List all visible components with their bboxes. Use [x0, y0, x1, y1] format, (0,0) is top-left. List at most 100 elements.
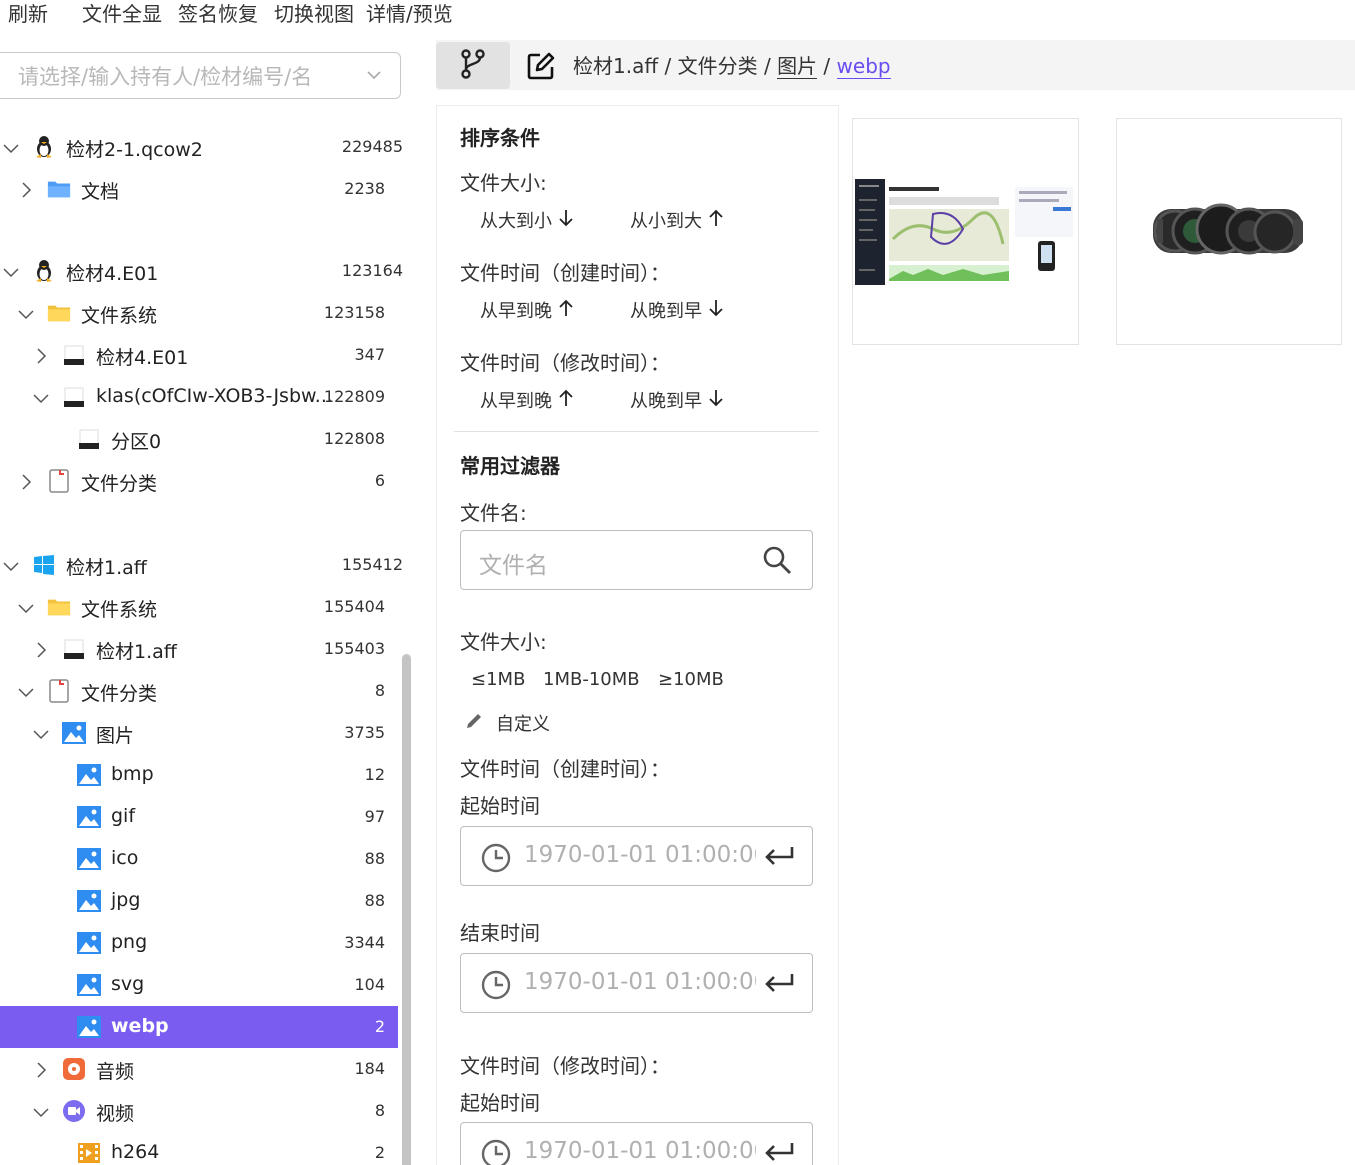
tree-node-label: bmp [111, 763, 154, 785]
tree-node[interactable]: 视频 8 [0, 1090, 398, 1132]
tree-node[interactable]: svg 104 [0, 964, 398, 1006]
chevron-right-icon[interactable] [33, 1061, 49, 1078]
breadcrumb-root[interactable]: 检材1.aff [573, 54, 658, 78]
tree-node[interactable]: 文件分类 8 [0, 670, 398, 712]
tree-scrollbar-thumb[interactable] [402, 654, 411, 1165]
filter-size-label: 文件大小: [460, 630, 547, 654]
sort-ctime-asc-option[interactable]: 从早到晚 [480, 297, 574, 323]
sort-size-desc-option[interactable]: 从大到小 [480, 207, 574, 233]
chevron-down-icon[interactable] [18, 305, 34, 321]
chevron-down-icon[interactable] [18, 683, 34, 699]
tree-node-label: 检材4.E01 [96, 347, 189, 369]
tree-node[interactable]: webp 2 [0, 1006, 398, 1048]
tree-node[interactable]: 检材4.E01 347 [0, 334, 398, 376]
sort-size-asc-label: 从小到大 [630, 211, 702, 232]
signature-recover-button[interactable]: 签名恢复 [178, 0, 258, 27]
tree-node[interactable]: 检材2-1.qcow2 229485 [0, 126, 403, 168]
tree-node[interactable]: 音频 184 [0, 1048, 398, 1090]
holder-selector[interactable]: 请选择/输入持有人/检材编号/名 [0, 52, 401, 99]
chevron-right-icon[interactable] [33, 347, 49, 364]
ctime-start-input[interactable]: 1970-01-01 01:00:00 [460, 826, 813, 886]
chevron-down-icon[interactable] [33, 725, 49, 741]
tree-scrollbar[interactable] [399, 654, 413, 1165]
tree-node[interactable]: 图片 3735 [0, 712, 398, 754]
tree-node-label: jpg [111, 889, 141, 911]
clock-icon [481, 843, 511, 877]
tree-node-count: 184 [354, 1059, 385, 1078]
arrow-up-icon [558, 389, 574, 412]
tree-node[interactable]: 文件分类 6 [0, 460, 398, 502]
edit-icon[interactable] [526, 51, 556, 85]
tree-node[interactable]: bmp 12 [0, 754, 398, 796]
arrow-down-icon [708, 389, 724, 412]
expand-all-button[interactable]: 文件全显 [82, 0, 162, 27]
breadcrumb: 检材1.aff / 文件分类 / 图片 / webp [573, 50, 891, 79]
chevron-right-icon[interactable] [18, 181, 34, 198]
tree-node[interactable]: png 3344 [0, 922, 398, 964]
sort-ctime-desc-option[interactable]: 从晚到早 [630, 297, 724, 323]
filter-filename-label: 文件名: [460, 501, 527, 525]
sort-mtime-label: 文件时间（修改时间）： [460, 351, 670, 375]
tree-node[interactable]: 文件系统 155404 [0, 586, 398, 628]
search-icon[interactable] [762, 545, 792, 579]
size-gt-10mb-option[interactable]: ≥10MB [658, 669, 724, 690]
tree-node[interactable]: 文件系统 123158 [0, 292, 398, 334]
enter-icon[interactable] [764, 845, 794, 871]
tree-node-count: 6 [374, 471, 385, 490]
tree-node[interactable]: 检材4.E01 123164 [0, 250, 403, 292]
chevron-down-icon[interactable] [3, 557, 19, 573]
mtime-start-input[interactable]: 1970-01-01 01:00:00 [460, 1122, 813, 1165]
tree-node[interactable]: 检材1.aff 155412 [0, 544, 403, 586]
ctime-end-value: 1970-01-01 01:00:00 [524, 969, 756, 995]
tree-node[interactable]: ico 88 [0, 838, 398, 880]
refresh-button[interactable]: 刷新 [8, 0, 48, 27]
tree-node[interactable]: klas(cOfCIw-XOB3-Jsbw... 122809 [0, 376, 398, 418]
folder-blue-icon [47, 177, 71, 201]
tree-node-label: klas(cOfCIw-XOB3-Jsbw... [96, 385, 333, 407]
filename-input[interactable]: 文件名 [460, 530, 813, 590]
size-custom-option[interactable]: 自定义 [464, 710, 550, 736]
chevron-right-icon[interactable] [18, 473, 34, 490]
chevron-down-icon[interactable] [3, 139, 19, 155]
detail-preview-button[interactable]: 详情/预览 [366, 0, 453, 27]
tree-node[interactable]: 分区0 122808 [0, 418, 398, 460]
enter-icon[interactable] [764, 972, 794, 998]
image-icon [62, 721, 86, 745]
tree-node-label: gif [111, 805, 136, 827]
filename-placeholder: 文件名 [479, 553, 548, 579]
chevron-down-icon[interactable] [33, 1103, 49, 1119]
chevron-down-icon[interactable] [3, 263, 19, 279]
chevron-right-icon[interactable] [33, 641, 49, 658]
chevron-down-icon[interactable] [33, 389, 49, 405]
sort-size-asc-option[interactable]: 从小到大 [630, 207, 724, 233]
linux-icon [32, 259, 56, 283]
sort-mtime-desc-option[interactable]: 从晚到早 [630, 387, 724, 413]
breadcrumb-category[interactable]: 文件分类 [678, 54, 758, 78]
tree-node[interactable]: 检材1.aff 155403 [0, 628, 398, 670]
tree-node[interactable]: jpg 88 [0, 880, 398, 922]
tree-node-label: 检材1.aff [96, 641, 177, 663]
tree-node-count: 2 [374, 1017, 385, 1036]
size-lt-1mb-option[interactable]: ≤1MB [471, 669, 525, 690]
tree-node[interactable]: h264 2 [0, 1132, 398, 1165]
breadcrumb-images[interactable]: 图片 [777, 54, 818, 79]
thumbnail-watches[interactable] [1116, 118, 1342, 345]
size-1-10mb-option[interactable]: 1MB-10MB [543, 669, 640, 690]
windows-icon [32, 553, 56, 577]
enter-icon[interactable] [764, 1141, 794, 1165]
chevron-down-icon[interactable] [18, 599, 34, 615]
filter-panel: 排序条件 文件大小: 从大到小 从小到大 文件时间（创建时间）： 从早到晚 从晚… [436, 105, 839, 1165]
branch-button[interactable] [436, 42, 510, 89]
mtime-start-label: 起始时间 [460, 1091, 540, 1115]
breadcrumb-current[interactable]: webp [836, 54, 891, 79]
sort-mtime-asc-option[interactable]: 从早到晚 [480, 387, 574, 413]
thumbnail-map-screenshot[interactable] [852, 118, 1079, 345]
tree-node[interactable]: gif 97 [0, 796, 398, 838]
ctime-end-input[interactable]: 1970-01-01 01:00:00 [460, 953, 813, 1013]
tree-node-count: 155412 [341, 555, 403, 574]
tree-node[interactable]: 文档 2238 [0, 168, 398, 210]
chevron-down-icon [366, 67, 382, 87]
document-icon [47, 679, 71, 703]
filter-mtime-label: 文件时间（修改时间）： [460, 1054, 670, 1078]
switch-view-button[interactable]: 切换视图 [274, 0, 354, 27]
